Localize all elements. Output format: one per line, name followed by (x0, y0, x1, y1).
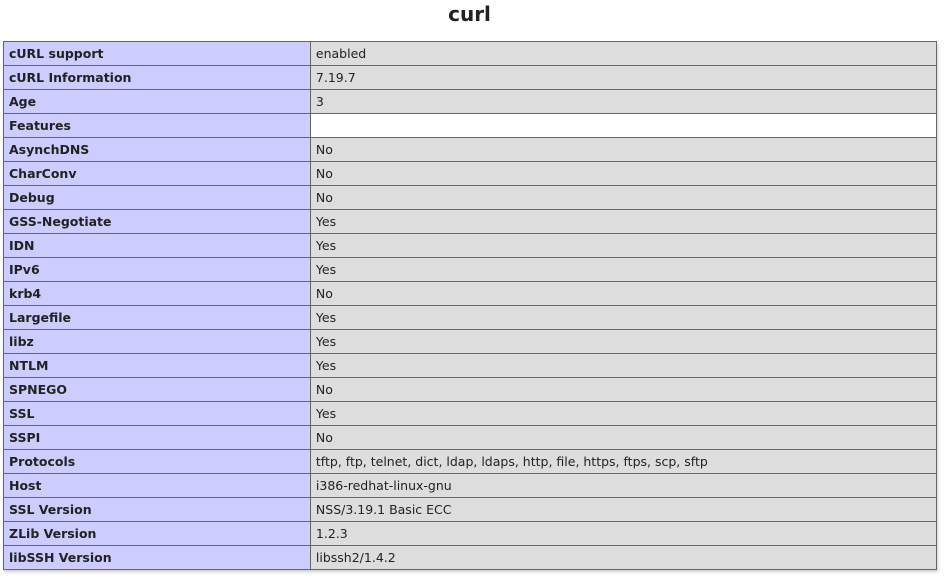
row-value: libssh2/1.4.2 (309, 545, 938, 570)
table-row: Host i386-redhat-linux-gnu (3, 473, 938, 498)
row-key: Age (3, 89, 311, 114)
table-row: SSL Version NSS/3.19.1 Basic ECC (3, 497, 938, 522)
curl-info-table: cURL support enabled cURL Information 7.… (3, 41, 938, 570)
row-value: No (309, 137, 938, 162)
table-row: Age 3 (3, 89, 938, 114)
row-value: No (309, 377, 938, 402)
table-row: cURL support enabled (3, 41, 938, 66)
row-value: Yes (309, 209, 938, 234)
phpinfo-curl-section: curl cURL support enabled cURL Informati… (0, 0, 945, 579)
row-key: IDN (3, 233, 311, 258)
table-row: SSL Yes (3, 401, 938, 426)
row-key: SSL (3, 401, 311, 426)
row-value: Yes (309, 401, 938, 426)
row-value: Yes (309, 353, 938, 378)
row-value: 7.19.7 (309, 65, 938, 90)
row-value: Yes (309, 257, 938, 282)
row-key: Host (3, 473, 311, 498)
row-value: i386-redhat-linux-gnu (309, 473, 938, 498)
table-row: cURL Information 7.19.7 (3, 65, 938, 90)
row-key: Largefile (3, 305, 311, 330)
row-key: SPNEGO (3, 377, 311, 402)
table-row: libz Yes (3, 329, 938, 354)
row-value: NSS/3.19.1 Basic ECC (309, 497, 938, 522)
row-value: enabled (309, 41, 938, 66)
row-value: No (309, 425, 938, 450)
row-value-empty (309, 113, 938, 138)
row-key: AsynchDNS (3, 137, 311, 162)
row-key: cURL support (3, 41, 311, 66)
table-row: NTLM Yes (3, 353, 938, 378)
row-value: Yes (309, 305, 938, 330)
table-row: GSS-Negotiate Yes (3, 209, 938, 234)
row-key: libSSH Version (3, 545, 311, 570)
row-value: Yes (309, 233, 938, 258)
row-key: SSL Version (3, 497, 311, 522)
table-row: IDN Yes (3, 233, 938, 258)
row-key: krb4 (3, 281, 311, 306)
table-row: CharConv No (3, 161, 938, 186)
table-row: AsynchDNS No (3, 137, 938, 162)
row-key: Debug (3, 185, 311, 210)
section-title: curl (448, 2, 491, 26)
row-key: SSPI (3, 425, 311, 450)
row-value: No (309, 161, 938, 186)
row-key: cURL Information (3, 65, 311, 90)
row-value: No (309, 281, 938, 306)
row-key: IPv6 (3, 257, 311, 282)
row-key: CharConv (3, 161, 311, 186)
table-row: SPNEGO No (3, 377, 938, 402)
table-row: Protocols tftp, ftp, telnet, dict, ldap,… (3, 449, 938, 474)
row-key: Protocols (3, 449, 311, 474)
table-row: ZLib Version 1.2.3 (3, 521, 938, 546)
table-row: libSSH Version libssh2/1.4.2 (3, 545, 938, 570)
row-key: Features (3, 113, 311, 138)
row-value: 1.2.3 (309, 521, 938, 546)
row-value: No (309, 185, 938, 210)
row-value: Yes (309, 329, 938, 354)
row-key: ZLib Version (3, 521, 311, 546)
row-value: tftp, ftp, telnet, dict, ldap, ldaps, ht… (309, 449, 938, 474)
row-key: NTLM (3, 353, 311, 378)
row-value: 3 (309, 89, 938, 114)
row-key: libz (3, 329, 311, 354)
table-row: Features (3, 113, 938, 138)
table-row: Debug No (3, 185, 938, 210)
curl-info-table-body: cURL support enabled cURL Information 7.… (3, 41, 938, 570)
table-row: IPv6 Yes (3, 257, 938, 282)
row-key: GSS-Negotiate (3, 209, 311, 234)
table-row: SSPI No (3, 425, 938, 450)
table-row: Largefile Yes (3, 305, 938, 330)
table-row: krb4 No (3, 281, 938, 306)
